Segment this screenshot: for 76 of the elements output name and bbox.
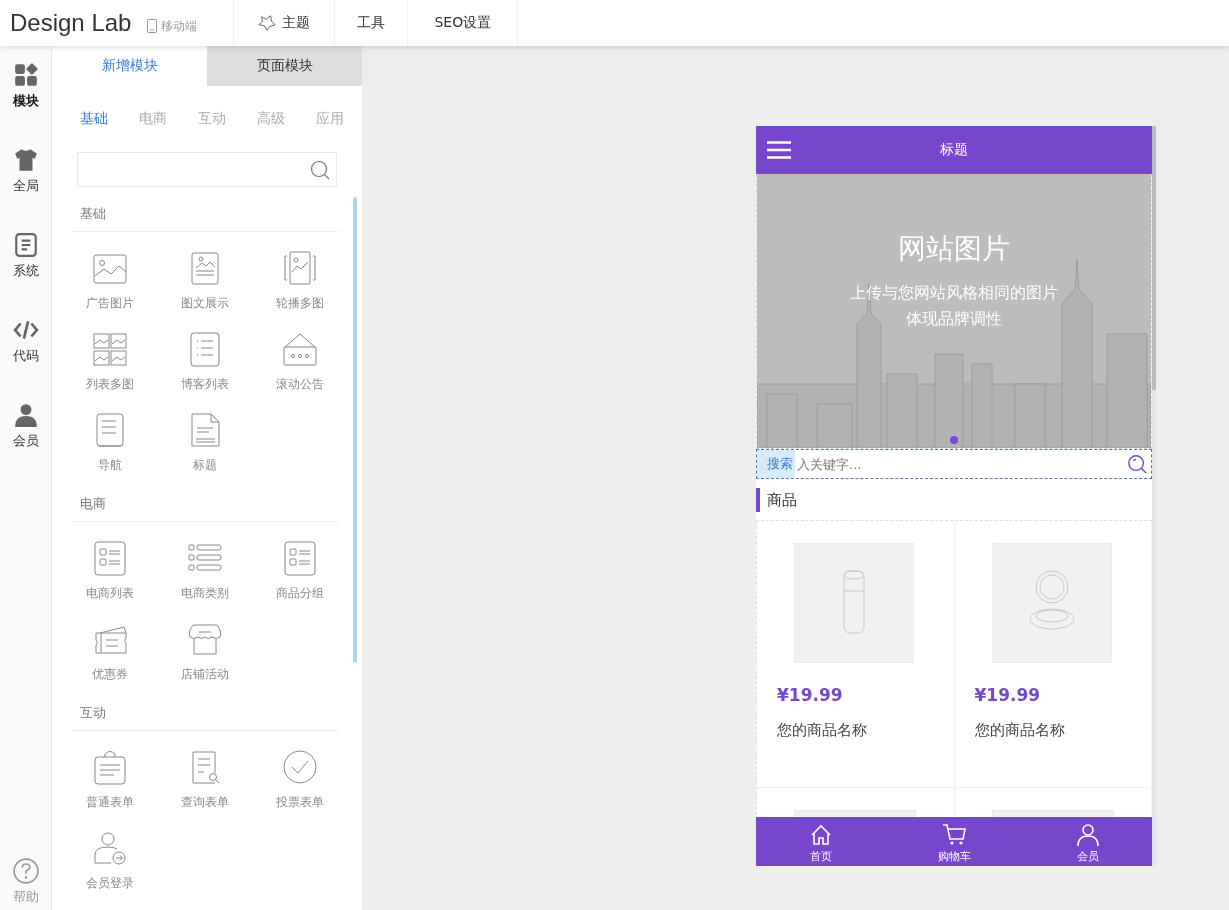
scrollbar[interactable] [1152,126,1156,866]
image-grid-icon [91,331,128,367]
search-icon[interactable] [1127,454,1147,474]
scrollbar[interactable] [353,197,357,663]
banner-heading: 网站图片 [898,231,1010,267]
product-card[interactable]: ¥19.99 您的商品名称 [954,521,1152,788]
module-item[interactable]: 店铺活动 [157,611,252,692]
rail-item[interactable]: 代码 [0,317,51,402]
notice-board-icon [281,331,318,367]
product-price: ¥19.99 [974,685,1042,705]
rail-item[interactable]: 系统 [0,232,51,317]
menu-icon[interactable] [767,141,791,159]
module-item[interactable]: 查询表单 [157,739,252,820]
document-icon [12,232,39,258]
category-tab[interactable]: 互动 [198,110,226,128]
section-heading: 基础 [80,206,106,221]
help-icon [12,858,39,884]
banner-subtitle: 上传与您网站风格相同的图片 [850,282,1058,304]
rail-item[interactable]: 会员 [0,402,51,487]
module-item[interactable]: 投票表单 [252,739,347,820]
module-item[interactable]: 博客列表 [157,321,252,402]
rail-item[interactable]: 模块 [0,62,51,147]
brand-logo: Design Lab [10,9,132,37]
section-title: 商品 [756,488,797,512]
product-card[interactable]: ¥19.99 您的商品名称 [757,521,955,788]
nav-item[interactable]: 购物车 [937,817,971,866]
module-item[interactable]: 广告图片 [62,240,157,321]
module-item[interactable]: 导航 [62,402,157,483]
shirt-icon [12,147,39,173]
page-title: 标题 [940,141,968,159]
product-list-icon [91,540,128,576]
banner-subtitle: 体现品牌调性 [906,308,1002,330]
storefront-icon [186,621,223,657]
category-tab[interactable]: 高级 [257,110,285,128]
module-item[interactable]: 电商类别 [157,530,252,611]
category-tab[interactable]: 基础 [80,110,108,128]
module-item[interactable]: 列表多图 [62,321,157,402]
product-name: 您的商品名称 [974,721,1066,740]
module-item[interactable]: 轮播多图 [252,240,347,321]
user-icon [1075,823,1100,847]
device-label: 移动端 [161,17,198,35]
user-icon [12,402,39,428]
module-item[interactable]: 电商列表 [62,530,157,611]
category-tab[interactable]: 应用 [316,110,344,128]
category-tab[interactable]: 电商 [139,110,167,128]
module-item[interactable]: 标题 [157,402,252,483]
rail-item[interactable]: 全局 [0,147,51,232]
blocks-icon [12,62,39,88]
user-arrow-icon [91,830,128,866]
module-item[interactable]: 优惠券 [62,611,157,692]
nav-item[interactable]: 首页 [808,817,833,866]
nav-item[interactable]: 会员 [1075,817,1100,866]
checkmark-circle-icon [281,749,318,785]
search-icon [310,159,330,180]
phone-icon [147,19,158,33]
search-field[interactable] [77,152,337,187]
top-tab[interactable]: SEO设置 [408,0,519,46]
section-heading: 电商 [80,496,106,511]
section-heading: 互动 [80,705,106,720]
module-item[interactable]: 滚动公告 [252,321,347,402]
product-name: 您的商品名称 [777,721,868,740]
search-bar[interactable]: 搜索 入关键字... [756,449,1152,479]
module-item[interactable]: 普通表单 [62,739,157,820]
clipboard-form-icon [91,749,128,785]
help-button[interactable]: 帮助 [0,858,51,910]
cart-icon [942,823,966,847]
search-label: 搜索 [757,450,795,478]
module-item[interactable]: 会员登录 [62,820,157,901]
panel-tab[interactable]: 页面模块 [207,46,362,86]
module-item[interactable]: 商品分组 [252,530,347,611]
module-item[interactable]: 图文展示 [157,240,252,321]
product-price: ¥19.99 [777,685,844,705]
carousel-dot[interactable] [950,436,958,444]
carousel-icon [281,250,318,286]
star-outline-icon [258,14,277,32]
product-list-icon [281,540,318,576]
